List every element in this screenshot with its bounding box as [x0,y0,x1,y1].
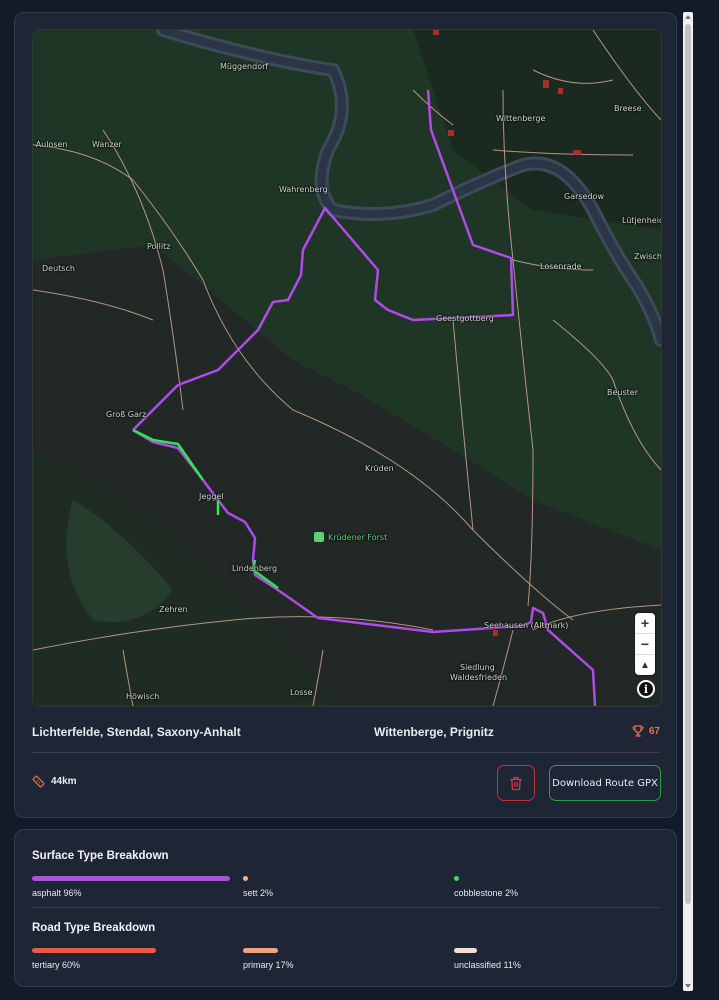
zoom-out-button[interactable]: − [635,634,655,655]
surface-label-asphalt: asphalt 96% [32,888,82,898]
distance-value: 44km [51,776,77,787]
compass-reset-button[interactable]: ▲ [635,655,655,675]
download-gpx-button[interactable]: Download Route GPX [549,765,661,801]
surface-item-cobblestone: cobblestone 2% [454,876,654,898]
map-attribution-info-icon[interactable]: i [637,680,655,698]
route-divider [32,752,660,753]
place-wahrenberg: Wahrenberg [279,185,328,194]
road-bar-tertiary [32,948,156,953]
route-card: Müggendorf Wittenberge Breese -Aulosen W… [14,12,677,818]
place-breese: Breese [614,104,642,113]
road-label-primary: primary 17% [243,960,294,970]
place-muggendorf: Müggendorf [220,62,269,71]
surface-label-sett: sett 2% [243,888,274,898]
delete-route-button[interactable] [497,765,535,801]
surface-bar-asphalt [32,876,230,881]
place-zwisch: Zwisch [634,252,662,261]
score-value: 67 [648,725,660,737]
breakdown-card: Surface Type Breakdown asphalt 96% sett … [14,829,677,987]
scroll-down-arrow-icon[interactable] [685,984,691,988]
scroll-up-arrow-icon[interactable] [685,15,691,19]
route-distance: 44km [32,775,77,788]
place-garsedow: Garsedow [564,192,604,201]
route-score: 67 [632,725,660,737]
route-end: Wittenberge, Prignitz [374,725,494,739]
place-deutsch: Deutsch [42,264,75,273]
place-howisch: Höwisch [126,692,160,701]
place-jeggel: Jeggel [199,492,224,501]
place-siedlung: Siedlung [460,663,495,672]
road-bar-unclassified [454,948,477,953]
zoom-in-button[interactable]: + [635,613,655,634]
place-wanzer: Wanzer [92,140,122,149]
surface-label-cobblestone: cobblestone 2% [454,888,519,898]
road-item-tertiary: tertiary 60% [32,948,232,970]
place-seehausen: Seehausen (Altmark) [484,621,569,630]
scrollbar-thumb[interactable] [685,24,691,904]
place-waldesfrieden: Waldesfrieden [450,673,508,682]
surface-breakdown-title: Surface Type Breakdown [32,850,169,862]
place-losse: Losse [290,688,313,697]
place-lutjenheid: Lütjenheid [622,216,662,225]
route-start: Lichterfelde, Stendal, Saxony-Anhalt [32,725,241,739]
ruler-icon [32,775,45,788]
route-map[interactable]: Müggendorf Wittenberge Breese -Aulosen W… [32,29,662,707]
map-canvas [33,30,661,706]
road-bar-primary [243,948,278,953]
breakdown-divider [32,907,660,908]
trash-icon [510,776,522,790]
surface-item-sett: sett 2% [243,876,443,898]
place-wittenberge: Wittenberge [496,114,546,123]
route-endpoints: Lichterfelde, Stendal, Saxony-Anhalt Wit… [32,725,660,741]
road-label-unclassified: unclassified 11% [454,960,521,970]
surface-item-asphalt: asphalt 96% [32,876,232,898]
place-lindenberg: Lindenberg [232,564,278,573]
place-kruden: Krüden [365,464,394,473]
road-item-primary: primary 17% [243,948,443,970]
place-aulosen: -Aulosen [33,140,68,149]
surface-bar-sett [243,876,248,881]
page-scrollbar[interactable] [683,12,693,991]
place-losenrade: Losenrade [540,262,582,271]
place-geestgottberg: Geestgottberg [436,314,494,323]
place-krudener-forst: Krüdener Forst [328,533,388,542]
place-pollitz: Pollitz [147,242,171,251]
map-zoom-controls: + − ▲ [635,613,655,675]
place-zehren: Zehren [159,605,188,614]
road-breakdown-title: Road Type Breakdown [32,922,156,934]
road-label-tertiary: tertiary 60% [32,960,81,970]
surface-bar-cobblestone [454,876,459,881]
place-beuster: Beuster [607,388,638,397]
road-item-unclassified: unclassified 11% [454,948,654,970]
place-gross-garz: Groß Garz [106,410,147,419]
trophy-icon [632,725,644,737]
